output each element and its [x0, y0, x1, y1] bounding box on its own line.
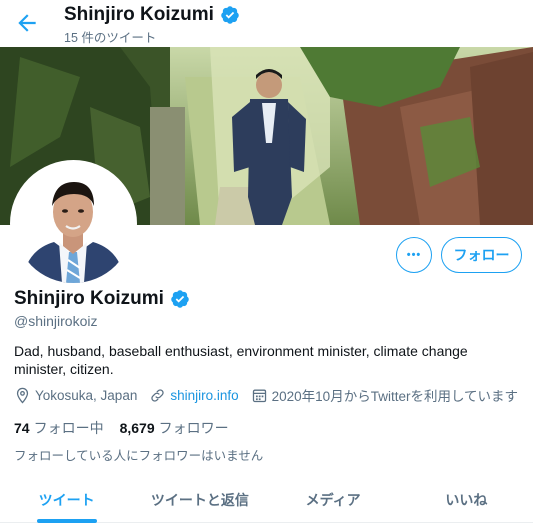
profile-meta: Yokosuka, Japan shinjiro.info 2020年10月から… — [14, 385, 530, 405]
more-options-button[interactable]: ••• — [396, 237, 432, 273]
following-label: フォロー中 — [33, 420, 104, 436]
tab-tweets[interactable]: ツイート — [0, 478, 133, 522]
location-text: Yokosuka, Japan — [35, 387, 138, 403]
mutual-followers-note: フォローしている人にフォロワーはいません — [14, 449, 264, 463]
following-count-link[interactable]: 74 フォロー中 — [14, 418, 104, 438]
tab-likes[interactable]: いいね — [400, 478, 533, 522]
header-name: Shinjiro Koizumi — [64, 4, 214, 25]
profile-website[interactable]: shinjiro.info — [149, 387, 239, 404]
follow-button[interactable]: フォロー — [441, 237, 522, 273]
profile-location: Yokosuka, Japan — [14, 387, 137, 404]
followers-count-link[interactable]: 8,679 フォロワー — [120, 418, 229, 438]
following-count: 74 — [14, 420, 30, 436]
more-icon: ••• — [406, 248, 422, 261]
followers-label: フォロワー — [158, 420, 229, 436]
avatar[interactable] — [10, 160, 137, 287]
link-icon — [151, 388, 165, 402]
followers-count: 8,679 — [119, 420, 155, 436]
profile-name: Shinjiro Koizumi — [14, 288, 190, 310]
header-title: Shinjiro Koizumi — [64, 4, 240, 26]
location-pin-icon — [16, 387, 29, 404]
profile-handle: @shinjirokoiz — [14, 313, 98, 329]
joined-text: 2020年10月からTwitterを利用しています — [271, 389, 519, 404]
arrow-left-icon[interactable] — [14, 10, 40, 36]
verified-badge-icon — [221, 6, 239, 24]
follow-counts: 74 フォロー中 8,679 フォロワー — [14, 418, 245, 438]
tab-media[interactable]: メディア — [267, 478, 400, 522]
profile-bio: Dad, husband, baseball enthusiast, envir… — [14, 343, 468, 377]
avatar-image — [14, 164, 133, 283]
website-link[interactable]: shinjiro.info — [170, 388, 238, 403]
profile-joined: 2020年10月からTwitterを利用しています — [251, 385, 518, 405]
top-bar: Shinjiro Koizumi 15 件のツイート — [0, 0, 533, 46]
calendar-icon — [252, 389, 266, 402]
verified-badge-icon — [171, 290, 189, 308]
profile-tabs: ツイート ツイートと返信 メディア いいね — [0, 478, 533, 523]
tweet-count: 15 件のツイート — [64, 31, 157, 45]
profile-name-text: Shinjiro Koizumi — [14, 288, 164, 309]
tab-tweets-and-replies[interactable]: ツイートと返信 — [133, 478, 266, 522]
